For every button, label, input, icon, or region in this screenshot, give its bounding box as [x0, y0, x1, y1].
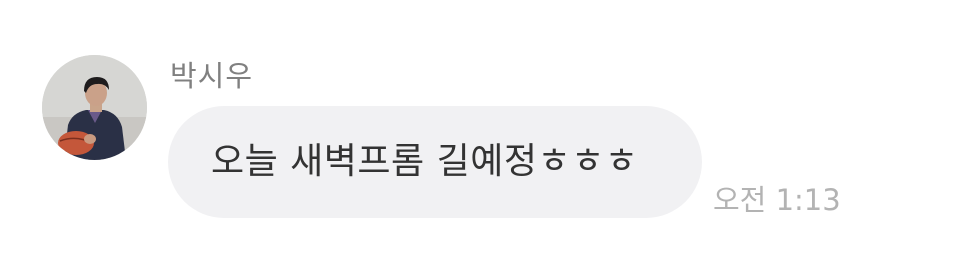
sender-avatar[interactable] [42, 55, 147, 160]
profile-photo-icon [42, 55, 147, 160]
message-bubble[interactable]: 오늘 새벽프롬 길예정ㅎㅎㅎ [168, 106, 702, 218]
sender-name: 박시우 [170, 59, 254, 93]
message-text: 오늘 새벽프롬 길예정ㅎㅎㅎ [211, 141, 639, 182]
message-timestamp: 오전 1:13 [713, 183, 841, 217]
chat-message-row: 박시우 오늘 새벽프롬 길예정ㅎㅎㅎ 오전 1:13 [0, 0, 970, 279]
